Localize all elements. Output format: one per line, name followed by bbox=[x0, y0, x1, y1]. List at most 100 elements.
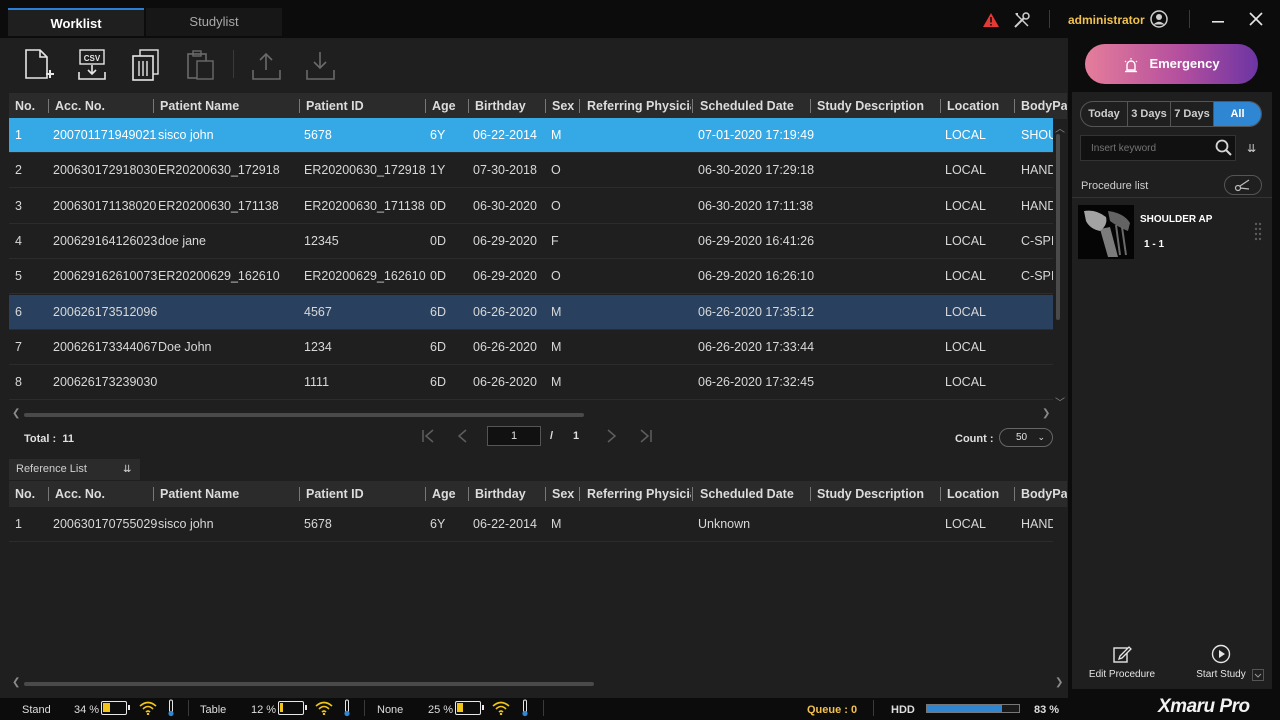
tools-icon[interactable] bbox=[1013, 11, 1031, 29]
col-patient-id[interactable]: Patient ID bbox=[306, 481, 424, 507]
col-separator[interactable] bbox=[468, 99, 469, 113]
col-acc[interactable]: Acc. No. bbox=[55, 481, 153, 507]
table-row[interactable]: 7 200626173344067 Doe John 1234 6D 06-26-2020… bbox=[9, 330, 1053, 365]
col-separator[interactable] bbox=[425, 487, 426, 501]
col-separator[interactable] bbox=[692, 487, 693, 501]
col-separator[interactable] bbox=[425, 99, 426, 113]
cell-study-description bbox=[817, 365, 939, 400]
procedure-clear-button[interactable] bbox=[1224, 175, 1262, 195]
edit-procedure-button[interactable]: Edit Procedure bbox=[1088, 644, 1156, 680]
col-scheduled-date[interactable]: Scheduled Date bbox=[700, 481, 812, 507]
drag-handle-icon[interactable] bbox=[1254, 222, 1262, 242]
user-name[interactable]: administrator bbox=[1068, 13, 1145, 27]
count-select[interactable]: 50 ⌄ bbox=[999, 428, 1053, 447]
col-bodypart[interactable]: BodyPart bbox=[1021, 93, 1067, 119]
reference-horizontal-scrollbar[interactable] bbox=[24, 682, 594, 686]
col-patient-id[interactable]: Patient ID bbox=[306, 93, 424, 119]
table-row[interactable]: 4 200629164126023 doe jane 12345 0D 06-29-202… bbox=[9, 224, 1053, 259]
page-number-input[interactable] bbox=[487, 426, 541, 446]
table-row[interactable]: 1 200701171949021 sisco john 5678 6Y 06-22-20… bbox=[9, 118, 1053, 153]
reference-list-tab[interactable]: Reference List ⇊ bbox=[9, 459, 140, 480]
scroll-up-arrow[interactable]: ︿ bbox=[1055, 120, 1065, 135]
col-location[interactable]: Location bbox=[947, 481, 1009, 507]
dropdown-small-icon[interactable] bbox=[1252, 669, 1264, 681]
csv-import-icon[interactable]: CSV bbox=[76, 48, 110, 82]
range-3-days-button[interactable]: 3 Days bbox=[1128, 102, 1171, 126]
col-separator[interactable] bbox=[545, 487, 546, 501]
col-referring-physician[interactable]: Referring Physician bbox=[587, 481, 691, 507]
tab-worklist[interactable]: Worklist bbox=[8, 8, 144, 36]
start-study-button[interactable]: Start Study bbox=[1194, 644, 1248, 680]
scroll-left-arrow[interactable]: ❮ bbox=[12, 408, 20, 419]
next-page-icon[interactable] bbox=[604, 429, 618, 443]
cell-location: LOCAL bbox=[945, 163, 986, 178]
table-row[interactable]: 5 200629162610073 ER20200629_162610 ER20200… bbox=[9, 259, 1053, 295]
ref-scroll-right-arrow[interactable]: ❯ bbox=[1055, 677, 1063, 688]
col-acc[interactable]: Acc. No. bbox=[55, 93, 153, 119]
table-row[interactable]: 1 200630170755029 sisco john 5678 6Y 06-22-20… bbox=[9, 507, 1053, 542]
col-sex[interactable]: Sex bbox=[552, 93, 578, 119]
col-patient-name[interactable]: Patient Name bbox=[160, 481, 298, 507]
new-patient-icon[interactable] bbox=[22, 48, 56, 82]
col-separator[interactable] bbox=[48, 487, 49, 501]
col-separator[interactable] bbox=[48, 99, 49, 113]
col-study-description[interactable]: Study Description bbox=[817, 481, 939, 507]
tab-studylist[interactable]: Studylist bbox=[146, 8, 282, 36]
worklist-horizontal-scrollbar[interactable] bbox=[24, 413, 584, 417]
col-no[interactable]: No. bbox=[15, 93, 49, 119]
col-sex[interactable]: Sex bbox=[552, 481, 578, 507]
col-no[interactable]: No. bbox=[15, 481, 49, 507]
range-7-days-button[interactable]: 7 Days bbox=[1171, 102, 1214, 126]
cell-referring-physician bbox=[587, 259, 691, 294]
search-icon[interactable] bbox=[1212, 136, 1236, 160]
col-scheduled-date[interactable]: Scheduled Date bbox=[700, 93, 812, 119]
col-birthday[interactable]: Birthday bbox=[475, 481, 543, 507]
scroll-down-arrow[interactable]: ﹀ bbox=[1055, 394, 1065, 409]
col-separator[interactable] bbox=[545, 99, 546, 113]
delete-icon[interactable] bbox=[130, 48, 164, 82]
ref-scroll-left-arrow[interactable]: ❮ bbox=[12, 677, 20, 688]
expand-icon[interactable]: ⇊ bbox=[1247, 142, 1256, 155]
table-row[interactable]: 3 200630171138020 ER20200630_171138 ER20200… bbox=[9, 189, 1053, 224]
col-separator[interactable] bbox=[940, 487, 941, 501]
col-patient-name[interactable]: Patient Name bbox=[160, 93, 298, 119]
cell-study-description bbox=[817, 224, 939, 259]
col-age[interactable]: Age bbox=[432, 93, 466, 119]
scroll-right-arrow[interactable]: ❯ bbox=[1042, 408, 1050, 419]
cell-no: 8 bbox=[15, 375, 22, 390]
range-today-button[interactable]: Today bbox=[1081, 102, 1128, 126]
warning-icon[interactable] bbox=[982, 12, 1000, 28]
collapse-icon[interactable]: ⇊ bbox=[123, 459, 131, 480]
col-separator[interactable] bbox=[153, 487, 154, 501]
col-separator[interactable] bbox=[1014, 487, 1015, 501]
worklist-vertical-scrollbar[interactable] bbox=[1056, 134, 1060, 320]
emergency-button[interactable]: Emergency bbox=[1085, 44, 1258, 84]
col-bodypart[interactable]: BodyPart bbox=[1021, 481, 1067, 507]
col-separator[interactable] bbox=[468, 487, 469, 501]
col-separator[interactable] bbox=[579, 99, 580, 113]
col-referring-physician[interactable]: Referring Physician bbox=[587, 93, 691, 119]
close-icon[interactable] bbox=[1249, 12, 1263, 26]
col-birthday[interactable]: Birthday bbox=[475, 93, 543, 119]
col-location[interactable]: Location bbox=[947, 93, 1009, 119]
col-age[interactable]: Age bbox=[432, 481, 466, 507]
user-icon[interactable] bbox=[1150, 10, 1168, 28]
first-page-icon[interactable] bbox=[421, 429, 435, 443]
col-separator[interactable] bbox=[1014, 99, 1015, 113]
table-row[interactable]: 6 200626173512096 4567 6D 06-26-2020 M 06-26-2… bbox=[9, 294, 1053, 330]
col-separator[interactable] bbox=[153, 99, 154, 113]
range-all-button[interactable]: All bbox=[1214, 102, 1261, 126]
col-separator[interactable] bbox=[579, 487, 580, 501]
prev-page-icon[interactable] bbox=[456, 429, 470, 443]
col-separator[interactable] bbox=[299, 99, 300, 113]
col-separator[interactable] bbox=[299, 487, 300, 501]
col-study-description[interactable]: Study Description bbox=[817, 93, 939, 119]
table-row[interactable]: 8 200626173239030 1111 6D 06-26-2020 M 06-26-2… bbox=[9, 365, 1053, 401]
col-separator[interactable] bbox=[810, 99, 811, 113]
minimize-icon[interactable] bbox=[1211, 12, 1225, 26]
col-separator[interactable] bbox=[692, 99, 693, 113]
col-separator[interactable] bbox=[810, 487, 811, 501]
table-row[interactable]: 2 200630172918030 ER20200630_172918 ER20200… bbox=[9, 153, 1053, 189]
col-separator[interactable] bbox=[940, 99, 941, 113]
last-page-icon[interactable] bbox=[639, 429, 653, 443]
